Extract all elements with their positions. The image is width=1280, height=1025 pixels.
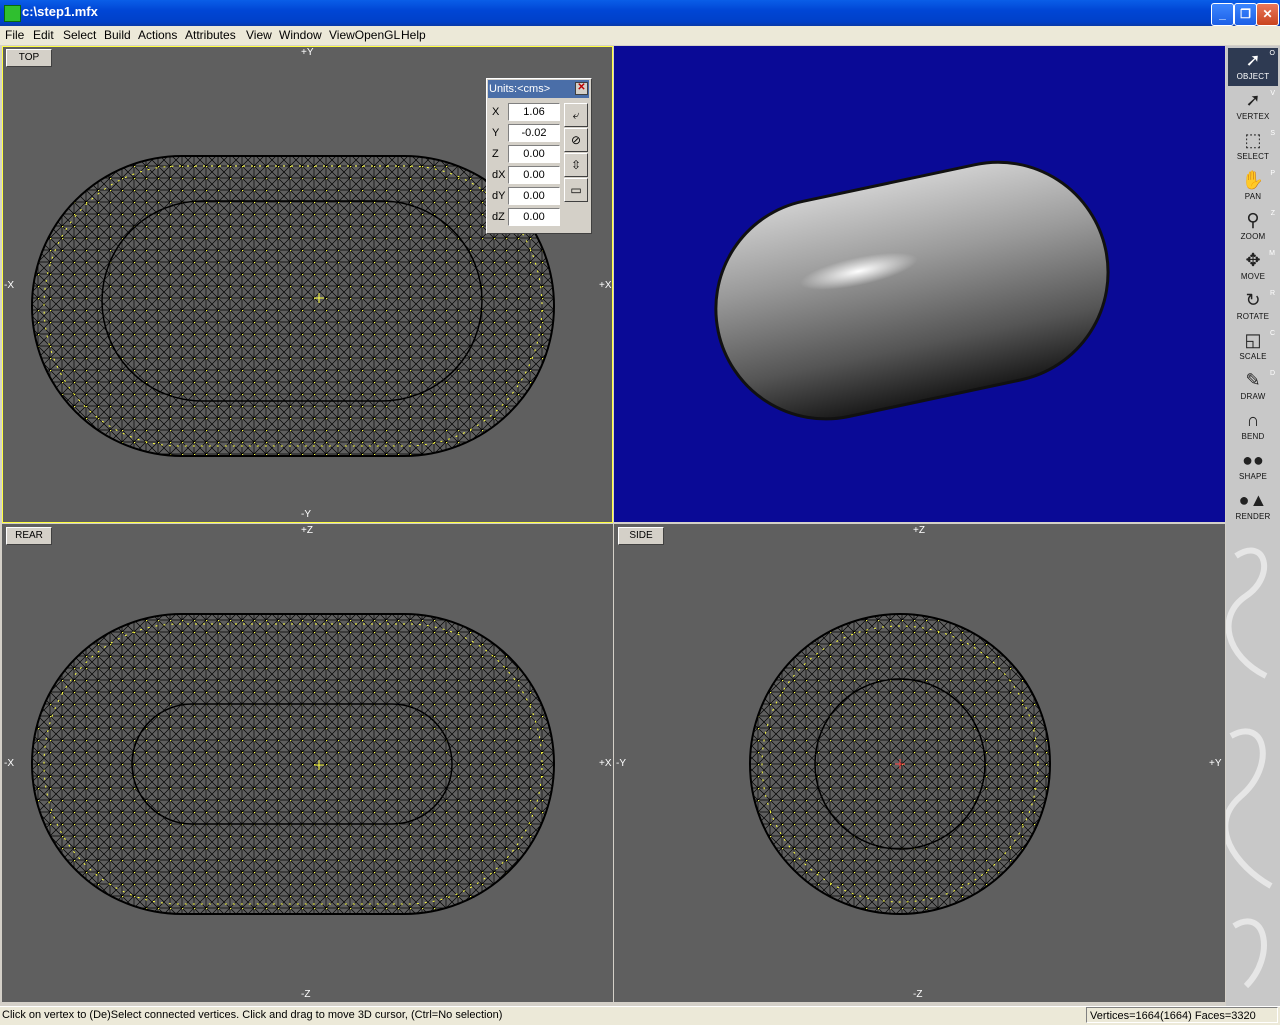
tool-label: RENDER xyxy=(1235,512,1271,521)
shortcut-key: M xyxy=(1269,250,1275,257)
tool-rotate[interactable]: R ↻ ROTATE xyxy=(1228,288,1278,326)
coord-label: dY xyxy=(492,190,506,202)
tool-label: SELECT xyxy=(1236,152,1270,161)
axis-right-label: +X xyxy=(599,280,612,291)
axis-top-label: +Z xyxy=(913,525,925,536)
axis-right-label: +Y xyxy=(1209,758,1222,769)
menu-help[interactable]: Help xyxy=(401,28,426,42)
tool-scale[interactable]: C ◱ SCALE xyxy=(1228,328,1278,366)
shortcut-key: R xyxy=(1269,290,1275,297)
tool-label: ROTATE xyxy=(1236,312,1270,321)
snap-icon[interactable]: ⤶ xyxy=(564,103,588,127)
magnet-icon: ∩ xyxy=(1246,410,1260,430)
tool-label: BEND xyxy=(1241,432,1265,441)
tool-label: PAN xyxy=(1244,192,1262,201)
rear-wireframe xyxy=(31,613,555,915)
tool-palette: O ➚ OBJECT V ➚ VERTEX S ⬚ SELECT P ✋ PAN… xyxy=(1226,46,1280,1006)
viewport-label-rear[interactable]: REAR xyxy=(6,527,52,545)
coord-z-field[interactable]: 0.00 xyxy=(508,145,560,163)
maximize-button[interactable]: ❐ xyxy=(1234,3,1257,26)
ruler-icon[interactable]: ▭ xyxy=(564,178,588,202)
tool-label: VERTEX xyxy=(1236,112,1270,121)
menu-build[interactable]: Build xyxy=(104,28,131,42)
app-icon[interactable] xyxy=(4,5,21,22)
viewport-3d[interactable] xyxy=(614,46,1225,522)
viewport-label-top[interactable]: TOP xyxy=(6,49,52,67)
shortcut-key: V xyxy=(1270,90,1275,97)
units-panel-title[interactable]: Units:<cms> xyxy=(488,80,589,98)
tool-label: SHAPE xyxy=(1238,472,1268,481)
status-counts: Vertices=1664(1664) Faces=3320 xyxy=(1086,1007,1278,1023)
coord-y-field[interactable]: -0.02 xyxy=(508,124,560,142)
window-title: c:\step1.mfx xyxy=(22,4,98,19)
tool-label: ZOOM xyxy=(1240,232,1266,241)
axis-bottom-label: -Y xyxy=(301,509,311,520)
units-panel: Units:<cms> ✕ X 1.06 Y -0.02 Z 0.00 dX 0… xyxy=(486,78,592,234)
axis-right-label: +X xyxy=(599,758,612,769)
shortcut-key: O xyxy=(1269,50,1275,57)
shortcut-key: C xyxy=(1269,330,1275,337)
tool-label: MOVE xyxy=(1240,272,1266,281)
tool-shape[interactable]: ●● SHAPE xyxy=(1228,448,1278,486)
shortcut-key: Z xyxy=(1270,210,1275,217)
coord-label: X xyxy=(492,106,500,118)
axis-bottom-label: -Z xyxy=(301,989,311,1000)
shortcut-key: D xyxy=(1269,370,1275,377)
tool-select[interactable]: S ⬚ SELECT xyxy=(1228,128,1278,166)
tool-move[interactable]: M ✥ MOVE xyxy=(1228,248,1278,286)
coord-label: Z xyxy=(492,148,499,160)
axis-left-label: -X xyxy=(4,280,14,291)
coord-x-field[interactable]: 1.06 xyxy=(508,103,560,121)
coord-dx-field[interactable]: 0.00 xyxy=(508,166,560,184)
capsule-render xyxy=(714,160,1110,421)
shortcut-key: S xyxy=(1270,130,1275,137)
axis-bottom-label: -Z xyxy=(913,989,923,1000)
viewport-label-side[interactable]: SIDE xyxy=(618,527,664,545)
decorative-pattern xyxy=(1226,547,1273,989)
status-bar: Click on vertex to (De)Select connected … xyxy=(0,1006,1280,1025)
close-icon[interactable]: ✕ xyxy=(575,82,588,95)
tool-draw[interactable]: D ✎ DRAW xyxy=(1228,368,1278,406)
menu-bar: File Edit Select Build Actions Attribute… xyxy=(0,26,1280,45)
axis-left-label: -X xyxy=(4,758,14,769)
menu-viewopengl[interactable]: ViewOpenGL xyxy=(329,28,400,42)
coord-dz-field[interactable]: 0.00 xyxy=(508,208,560,226)
coord-label: dX xyxy=(492,169,506,181)
axis-top-label: +Z xyxy=(301,525,313,536)
menu-select[interactable]: Select xyxy=(63,28,96,42)
menu-window[interactable]: Window xyxy=(279,28,322,42)
tool-label: OBJECT xyxy=(1236,72,1270,81)
menu-attributes[interactable]: Attributes xyxy=(185,28,236,42)
center-icon[interactable]: ⇳ xyxy=(564,153,588,177)
side-wireframe xyxy=(749,613,1051,915)
no-entry-icon[interactable]: ⊘ xyxy=(564,128,588,152)
menu-view[interactable]: View xyxy=(246,28,272,42)
coord-label: dZ xyxy=(492,211,505,223)
axis-top-label: +Y xyxy=(301,47,314,58)
tool-pan[interactable]: P ✋ PAN xyxy=(1228,168,1278,206)
menu-file[interactable]: File xyxy=(5,28,24,42)
tool-object[interactable]: O ➚ OBJECT xyxy=(1228,48,1278,86)
menu-actions[interactable]: Actions xyxy=(138,28,177,42)
tool-label: SCALE xyxy=(1239,352,1267,361)
coord-label: Y xyxy=(492,127,500,139)
spheres-icon: ●● xyxy=(1242,450,1264,470)
axis-left-label: -Y xyxy=(616,758,626,769)
status-message: Click on vertex to (De)Select connected … xyxy=(2,1009,503,1021)
menu-edit[interactable]: Edit xyxy=(33,28,54,42)
tool-zoom[interactable]: Z ⚲ ZOOM xyxy=(1228,208,1278,246)
minimize-button[interactable]: _ xyxy=(1211,3,1234,26)
coord-dy-field[interactable]: 0.00 xyxy=(508,187,560,205)
tool-render[interactable]: ●▲ RENDER xyxy=(1228,488,1278,526)
viewport-rear[interactable]: REAR +Z -Z -X +X xyxy=(2,524,613,1002)
close-button[interactable]: ✕ xyxy=(1256,3,1279,26)
sphere-cone-icon: ●▲ xyxy=(1238,490,1268,510)
tool-bend[interactable]: ∩ BEND xyxy=(1228,408,1278,446)
tool-vertex[interactable]: V ➚ VERTEX xyxy=(1228,88,1278,126)
shortcut-key: P xyxy=(1270,170,1275,177)
viewport-side[interactable]: SIDE +Z -Z -Y +Y xyxy=(614,524,1225,1002)
tool-label: DRAW xyxy=(1240,392,1266,401)
title-bar: c:\step1.mfx _ ❐ ✕ xyxy=(0,0,1280,26)
